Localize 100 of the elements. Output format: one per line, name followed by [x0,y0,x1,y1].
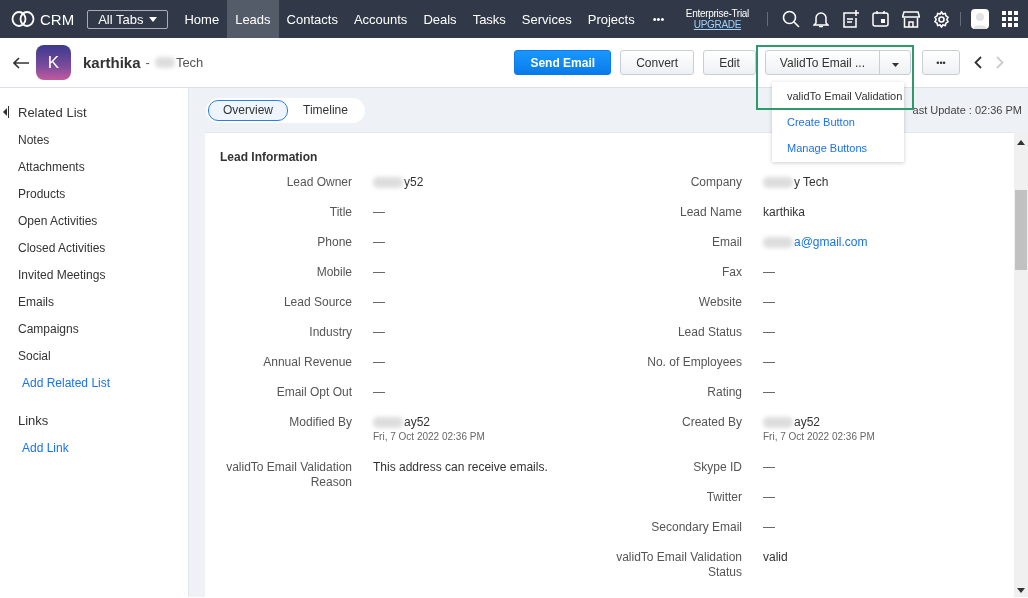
section-title: Lead Information [220,150,319,164]
field-label: Company [689,175,743,191]
back-arrow-icon[interactable] [13,56,29,69]
field-value: — [373,385,385,400]
field-label: validTo Email Validation Reason [225,460,353,490]
scrollbar[interactable] [1014,132,1028,597]
field-value: — [763,355,775,370]
field-label: Skype ID [692,460,743,476]
field-value: — [763,265,775,280]
field-value: — [373,235,385,250]
menu-item[interactable]: Create Button [772,111,904,133]
nav-tab[interactable]: Projects [579,0,643,38]
nav-tab[interactable]: Contacts [278,0,346,38]
field-value: — [763,325,775,340]
search-icon[interactable] [782,10,800,28]
app-grid-icon[interactable] [1002,11,1018,27]
field-label: Lead Owner [285,175,353,191]
field-label: Phone [316,235,353,251]
field-value: — [763,520,775,535]
sidebar-item[interactable]: Closed Activities [18,237,188,264]
field-value: — [763,385,775,400]
field-label: Fax [721,265,743,281]
menu-item[interactable]: Manage Buttons [772,137,904,159]
avatar-icon[interactable] [971,9,989,29]
more-button[interactable]: ••• [922,50,960,75]
field-label: Email [711,235,743,251]
action-button[interactable]: Send Email [514,50,612,75]
all-tabs-button[interactable]: All Tabs [87,9,169,29]
field-label: Email Opt Out [275,385,353,401]
scrollbar-thumb[interactable] [1015,190,1027,270]
sidebar-item[interactable]: Open Activities [18,210,188,237]
field-value: — [763,490,775,505]
nav-tab[interactable]: Accounts [345,0,416,38]
settings-icon[interactable] [933,10,950,28]
nav-tab[interactable]: Deals [415,0,465,38]
field-label: Industry [308,325,353,341]
custom-button[interactable]: ValidTo Email ... [764,50,880,75]
field-value: — [373,355,385,370]
sidebar-item[interactable]: Campaigns [18,318,188,345]
field-value: — [373,205,385,220]
view-tab[interactable]: Overview [208,99,288,121]
sidebar-item[interactable]: Social [18,345,188,372]
more-tabs[interactable]: ••• [642,0,675,38]
note-add-icon[interactable] [842,10,859,28]
field-value: y Tech [794,175,829,190]
sidebar-item[interactable]: Add Link [22,437,188,464]
name-separator: - [145,55,150,70]
upgrade-link[interactable]: UPGRADE [693,19,742,30]
field-label: Twitter [705,490,743,506]
record-company: Tech [175,55,204,70]
field-value: — [373,325,385,340]
field-label: Rating [706,385,743,401]
caret-icon [891,62,899,67]
app-name: CRM [40,10,75,28]
action-button[interactable]: Edit [703,50,756,75]
nav-tab[interactable]: Services [513,0,580,38]
action-button[interactable]: Convert [620,50,695,75]
sidebar-item[interactable]: Attachments [18,156,188,183]
field-value: — [763,460,775,475]
calendar-icon[interactable] [872,11,889,27]
field-label: Website [697,295,743,311]
field-label: Lead Name [678,205,743,221]
field-label: Secondary Email [650,520,743,536]
field-label: Lead Status [676,325,743,341]
menu-item[interactable]: validTo Email Validation [772,85,904,107]
field-value: — [763,295,775,310]
field-value: — [373,265,385,280]
scroll-up-icon[interactable] [1017,140,1025,145]
record-name: karthika [83,54,141,71]
timestamp: Fri, 7 Oct 2022 02:36 PM [373,430,485,444]
field-value: — [373,295,385,310]
nav-tab[interactable]: Home [176,0,228,38]
field-label: Lead Source [282,295,353,311]
field-label: Mobile [315,265,353,281]
scroll-down-icon[interactable] [1017,588,1025,593]
view-tab[interactable]: Timeline [288,99,363,121]
previous-icon[interactable] [974,56,982,69]
store-icon[interactable] [902,10,920,28]
sidebar-item[interactable]: Emails [18,291,188,318]
sidebar-item[interactable]: Notes [18,129,188,156]
field-value: This address can receive emails. [373,460,548,475]
field-label: Created By [680,415,743,431]
last-update: ast Update : 02:36 PM [912,104,1022,116]
nav-tab[interactable]: Tasks [464,0,514,38]
collapse-icon[interactable] [2,106,9,118]
field-label: Title [328,205,353,221]
sidebar-item[interactable]: Invited Meetings [18,264,188,291]
field-label: validTo Email Validation Status [615,550,743,580]
nav-tab[interactable]: Leads [227,0,279,38]
sidebar-heading: Related List [18,104,87,120]
sidebar-item[interactable]: Products [18,183,188,210]
bell-icon[interactable] [813,10,829,28]
sidebar-item[interactable]: Add Related List [22,372,188,399]
field-label: Modified By [288,415,353,431]
field-value: ay52 [404,415,431,430]
field-value: y52 [404,175,424,190]
email-link[interactable]: a@gmail.com [794,235,868,250]
caret-icon [149,16,158,22]
record-avatar: K [36,45,71,80]
field-value: karthika [763,205,806,220]
